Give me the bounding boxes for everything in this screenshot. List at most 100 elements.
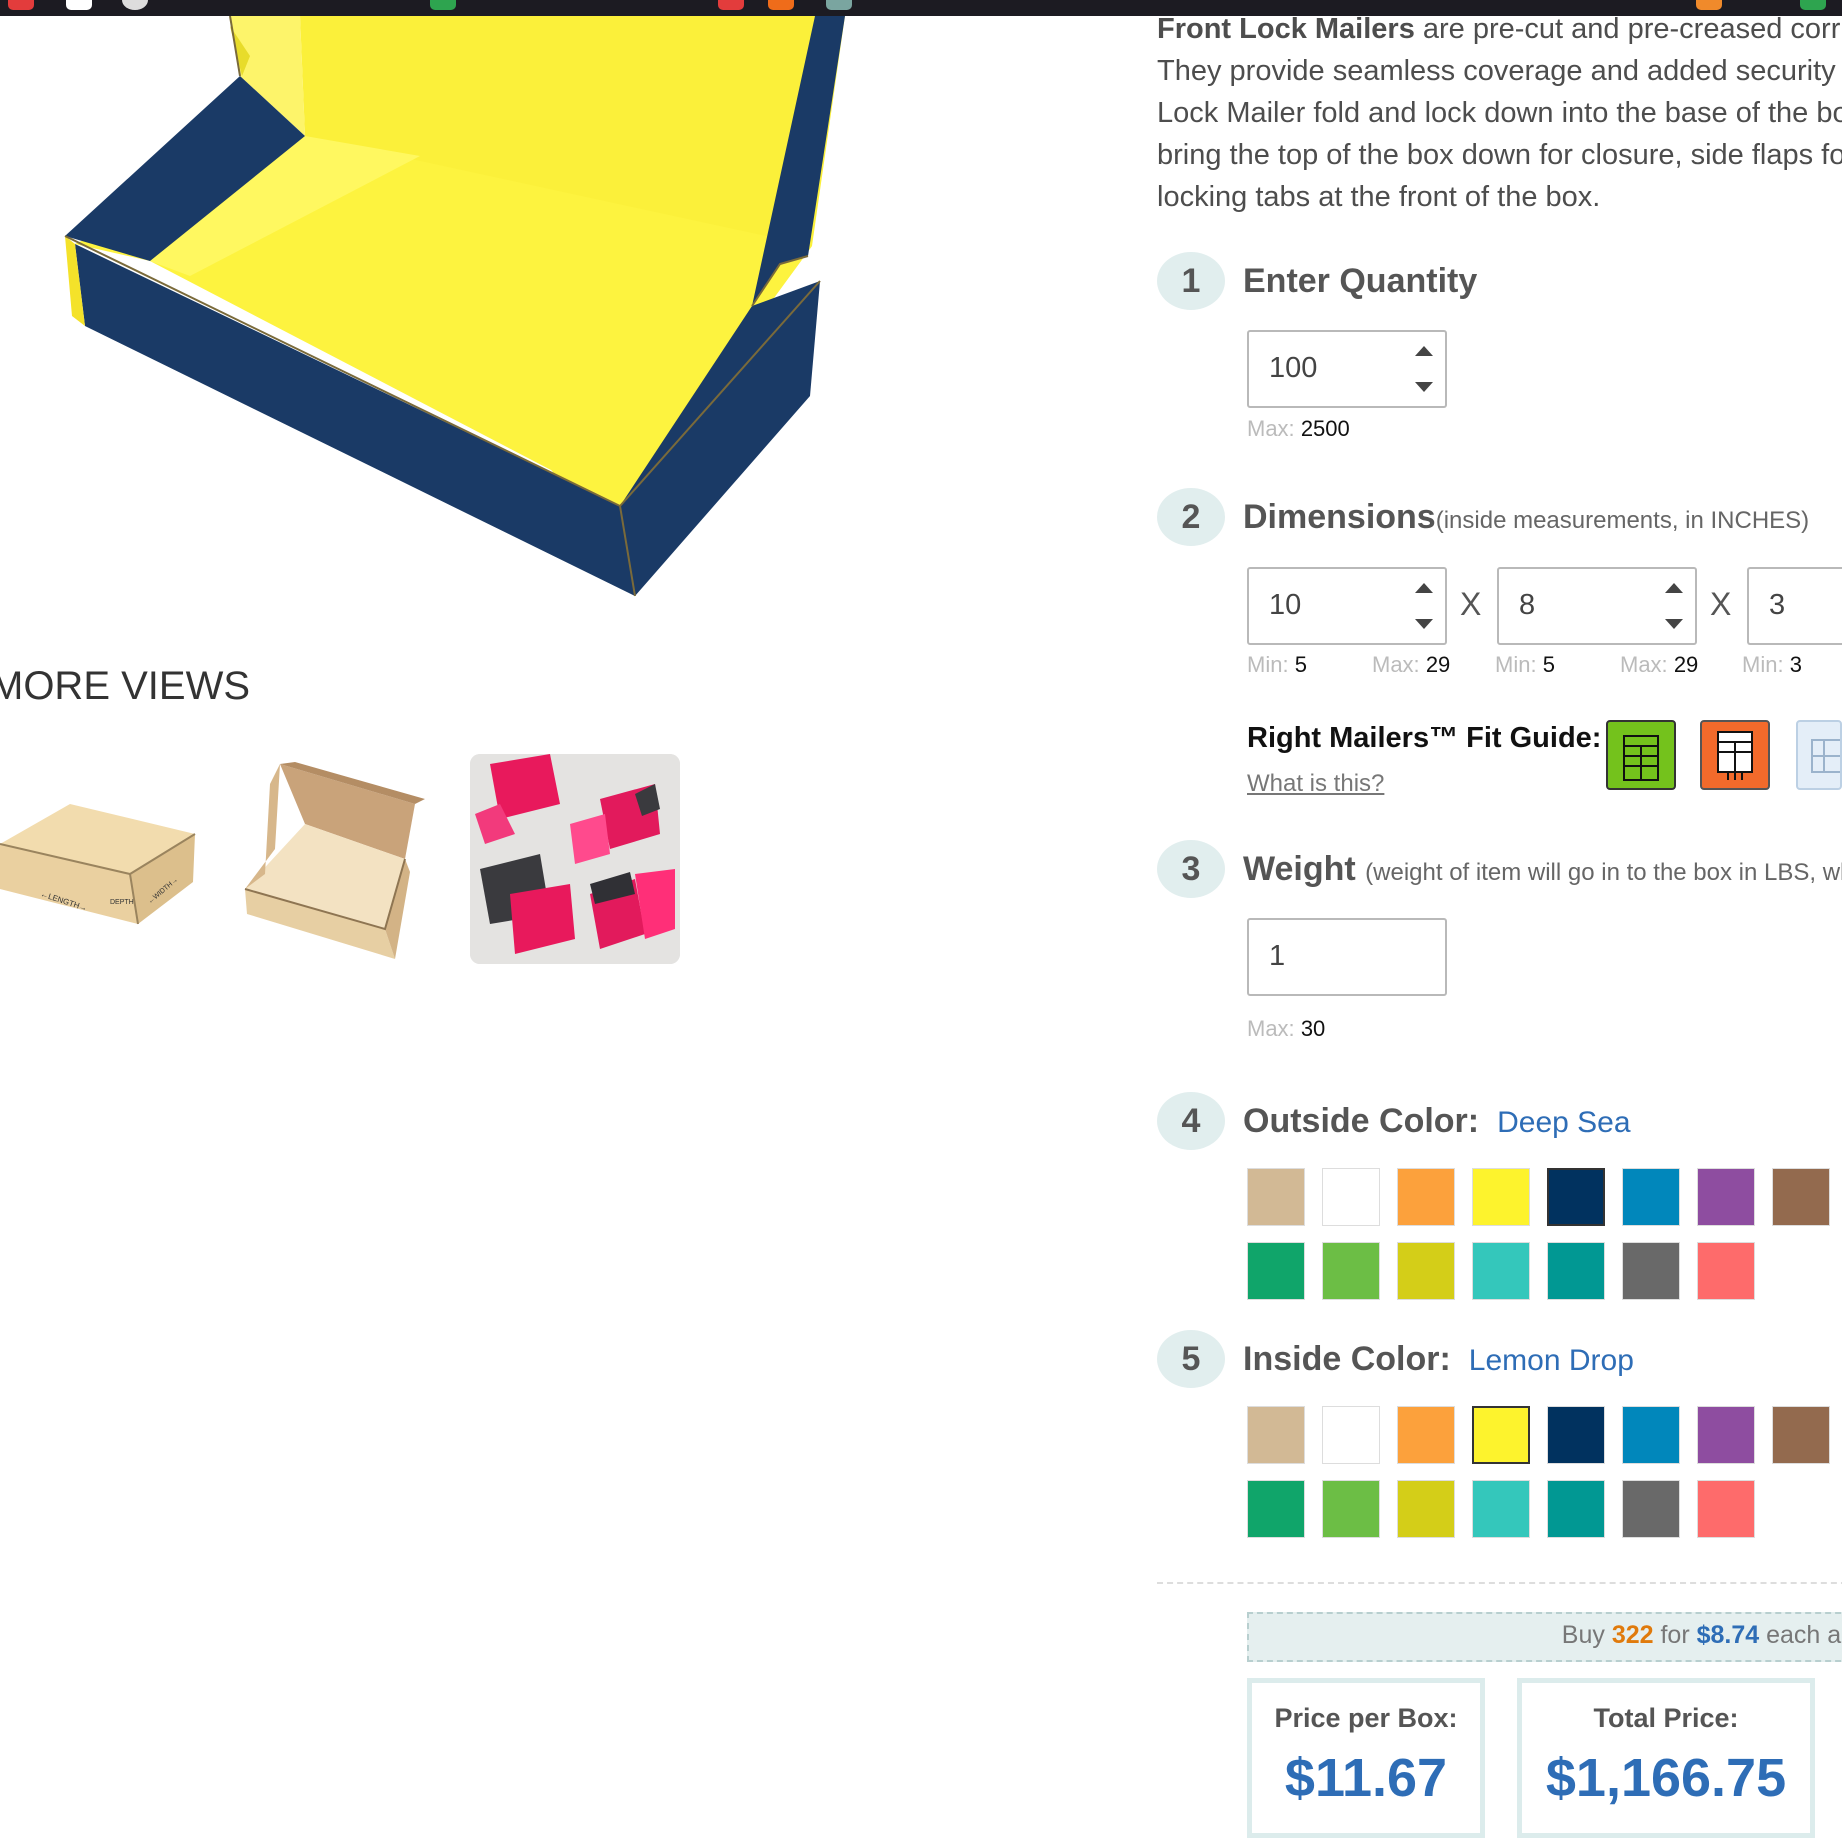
weight-value: 1	[1269, 940, 1286, 972]
outside-color-swatch[interactable]	[1397, 1242, 1455, 1300]
inside-color-swatch[interactable]	[1322, 1406, 1380, 1464]
max-value: 30	[1300, 1016, 1326, 1041]
product-description: Front Lock Mailers are pre-cut and pre-c…	[1157, 8, 1842, 218]
description-line: Lock Mailer fold and lock down into the …	[1157, 97, 1842, 129]
inside-color-swatch[interactable]	[1472, 1406, 1530, 1464]
min-value: 3	[1789, 652, 1802, 677]
outside-color-swatch[interactable]	[1472, 1168, 1530, 1226]
width-value: 8	[1519, 589, 1536, 621]
max-value: 2500	[1300, 416, 1350, 441]
outside-color-swatch[interactable]	[1547, 1242, 1605, 1300]
increment-arrow-icon[interactable]	[1415, 346, 1433, 356]
outside-color-swatch[interactable]	[1322, 1168, 1380, 1226]
quantity-value: 100	[1269, 352, 1318, 384]
description-line: bring the top of the box down for closur…	[1157, 139, 1842, 171]
decrement-arrow-icon[interactable]	[1415, 382, 1433, 392]
buy-unit-price: $8.74	[1696, 1621, 1760, 1649]
bulk-discount-banner: Buy 322 for $8.74 each and	[1247, 1612, 1842, 1662]
min-label: Min:	[1247, 652, 1289, 677]
grid-icon	[1717, 731, 1753, 780]
inside-color-swatch[interactable]	[1772, 1406, 1830, 1464]
min-value: 5	[1542, 652, 1555, 677]
weight-title-text: Weight	[1243, 850, 1356, 888]
dimension-separator: X	[1460, 586, 1482, 622]
outside-color-swatch[interactable]	[1322, 1242, 1380, 1300]
thumbnail-open-box[interactable]	[235, 754, 445, 964]
max-label: Max:	[1247, 1016, 1295, 1041]
thumbnail-closed-box[interactable]: ←LENGTH→ DEPTH ←WIDTH→	[0, 754, 210, 964]
divider	[1157, 1582, 1842, 1584]
step-1-title: Enter Quantity	[1243, 262, 1478, 300]
description-line: locking tabs at the front of the box.	[1157, 181, 1601, 213]
outside-color-swatch[interactable]	[1622, 1242, 1680, 1300]
outside-color-swatch[interactable]	[1247, 1168, 1305, 1226]
min-label: Min:	[1742, 652, 1784, 677]
length-min: Min: 5	[1247, 652, 1307, 678]
description-line: Front Lock Mailers are pre-cut and pre-c…	[1157, 8, 1842, 50]
inside-color-swatch[interactable]	[1247, 1406, 1305, 1464]
inside-color-selected-name: Lemon Drop	[1468, 1344, 1634, 1377]
quantity-max: Max: 2500	[1247, 416, 1350, 442]
increment-arrow-icon[interactable]	[1415, 583, 1433, 593]
fit-guide-label: Right Mailers™ Fit Guide:	[1247, 722, 1602, 754]
increment-arrow-icon[interactable]	[1665, 583, 1683, 593]
min-label: Min:	[1495, 652, 1537, 677]
outside-color-swatch[interactable]	[1247, 1242, 1305, 1300]
weight-input[interactable]: 1	[1247, 918, 1447, 996]
inside-color-swatch[interactable]	[1397, 1480, 1455, 1538]
max-label: Max:	[1372, 652, 1420, 677]
max-label: Max:	[1620, 652, 1668, 677]
width-min: Min: 5	[1495, 652, 1555, 678]
outside-color-swatch[interactable]	[1397, 1168, 1455, 1226]
inside-color-swatch[interactable]	[1547, 1480, 1605, 1538]
outside-color-swatch[interactable]	[1772, 1168, 1830, 1226]
fit-guide-good-fit-icon[interactable]	[1606, 720, 1676, 790]
fit-guide-tight-fit-icon[interactable]	[1700, 720, 1770, 790]
app-icon	[718, 0, 744, 10]
outside-color-swatch[interactable]	[1472, 1242, 1530, 1300]
depth-input[interactable]: 3	[1747, 567, 1842, 645]
inside-color-swatch[interactable]	[1622, 1480, 1680, 1538]
open-mailer-box-illustration	[64, 15, 845, 597]
description-line: They provide seamless coverage and added…	[1157, 55, 1842, 87]
outside-color-swatch[interactable]	[1697, 1168, 1755, 1226]
inside-color-swatch[interactable]	[1472, 1480, 1530, 1538]
fit-guide-loose-fit-icon[interactable]	[1796, 720, 1842, 790]
decrement-arrow-icon[interactable]	[1415, 619, 1433, 629]
buy-prefix: Buy	[1561, 1621, 1612, 1649]
outside-color-swatch[interactable]	[1547, 1168, 1605, 1226]
inside-color-title: Inside Color:	[1243, 1340, 1451, 1378]
outside-color-swatch[interactable]	[1697, 1242, 1755, 1300]
inside-color-swatch[interactable]	[1622, 1406, 1680, 1464]
inside-color-swatch[interactable]	[1697, 1480, 1755, 1538]
dimension-separator: X	[1710, 586, 1732, 622]
app-icon	[430, 0, 456, 10]
grid-icon	[1811, 739, 1842, 773]
inside-color-swatch[interactable]	[1397, 1406, 1455, 1464]
inside-color-swatch[interactable]	[1547, 1406, 1605, 1464]
decrement-arrow-icon[interactable]	[1665, 619, 1683, 629]
inside-color-swatch[interactable]	[1247, 1480, 1305, 1538]
app-icon	[122, 0, 148, 10]
inside-color-swatch[interactable]	[1322, 1480, 1380, 1538]
step-4-title: Outside Color: Deep Sea	[1243, 1102, 1631, 1141]
step-4-badge: 4	[1157, 1092, 1225, 1150]
max-value: 29	[1425, 652, 1451, 677]
inside-color-swatch[interactable]	[1697, 1406, 1755, 1464]
weight-max: Max: 30	[1247, 1016, 1325, 1042]
fit-guide-help-link[interactable]: What is this?	[1247, 770, 1384, 798]
app-icon	[66, 0, 92, 10]
step-5-title: Inside Color: Lemon Drop	[1243, 1340, 1634, 1379]
outside-color-swatch[interactable]	[1622, 1168, 1680, 1226]
width-input[interactable]: 8	[1497, 567, 1697, 645]
length-input[interactable]: 10	[1247, 567, 1447, 645]
step-2-badge: 2	[1157, 488, 1225, 546]
quantity-input[interactable]: 100	[1247, 330, 1447, 408]
length-value: 10	[1269, 589, 1302, 621]
more-views-heading: MORE VIEWS	[0, 664, 251, 708]
step-5-badge: 5	[1157, 1330, 1225, 1388]
outside-color-title: Outside Color:	[1243, 1102, 1480, 1140]
bulk-discount-text: Buy 322 for $8.74 each and	[1562, 1621, 1842, 1650]
app-icon	[8, 0, 34, 10]
thumbnail-pink-boxes-photo[interactable]	[470, 754, 680, 964]
